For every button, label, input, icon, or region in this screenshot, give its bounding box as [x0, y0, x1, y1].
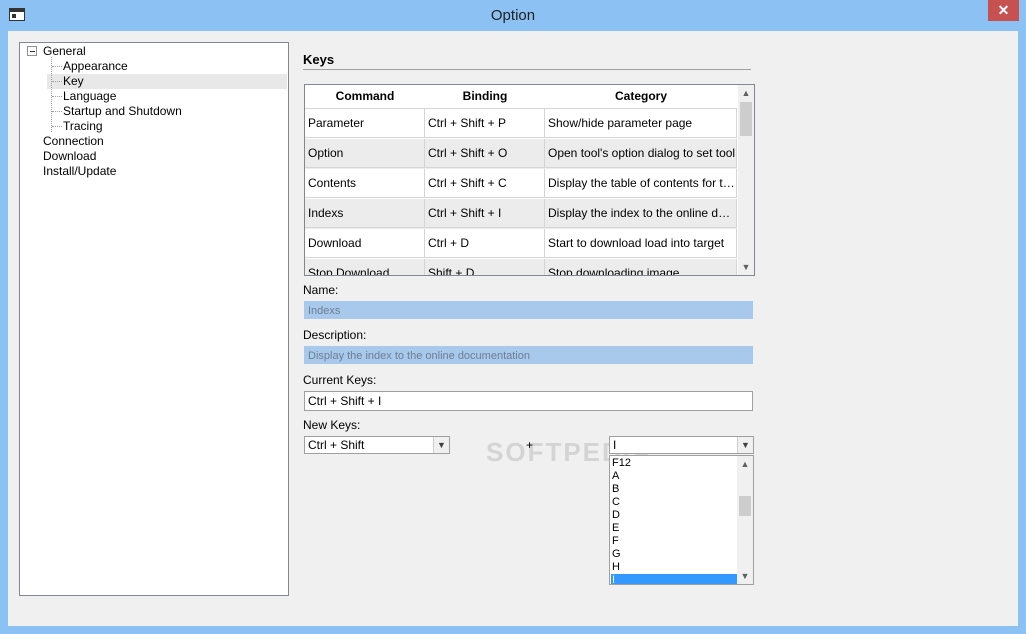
column-header-binding[interactable]: Binding — [425, 85, 546, 109]
list-item[interactable]: E — [611, 522, 738, 535]
column-header-category[interactable]: Category — [545, 85, 737, 109]
scroll-down-arrow-icon[interactable]: ▼ — [738, 259, 754, 275]
list-vertical-scrollbar[interactable]: ▲ ▼ — [737, 456, 753, 584]
table-row[interactable]: Option Ctrl + Shift + O Open tool's opti… — [305, 139, 737, 169]
dialog-client-area: General Appearance Key Language Startup … — [8, 31, 1018, 626]
key-bindings-table[interactable]: Command Binding Category Parameter Ctrl … — [304, 84, 755, 276]
name-label: Name: — [303, 283, 339, 297]
tree-item-general[interactable]: General — [43, 44, 86, 59]
list-item[interactable]: G — [611, 548, 738, 561]
cell-category: Show/hide parameter page — [545, 109, 737, 138]
list-item[interactable]: F12 — [611, 457, 738, 470]
current-keys-label: Current Keys: — [303, 373, 377, 387]
cell-binding: Ctrl + D — [425, 229, 545, 258]
options-tree[interactable]: General Appearance Key Language Startup … — [19, 42, 289, 596]
keys-section-title: Keys — [303, 52, 335, 67]
key-value: I — [613, 438, 617, 452]
new-keys-label: New Keys: — [303, 418, 361, 432]
cell-command: Download — [305, 229, 425, 258]
tree-item-key[interactable]: Key — [63, 74, 84, 89]
tree-item-startup-and-shutdown[interactable]: Startup and Shutdown — [63, 104, 182, 119]
scroll-down-arrow-icon[interactable]: ▼ — [737, 568, 753, 584]
tree-item-language[interactable]: Language — [63, 89, 116, 104]
collapse-toggle-icon[interactable] — [27, 46, 37, 56]
cell-command: Parameter — [305, 109, 425, 138]
list-item-selected[interactable]: I — [611, 574, 738, 584]
title-bar: Option ✕ — [0, 0, 1026, 32]
scrollbar-thumb[interactable] — [739, 496, 751, 516]
cell-category: Display the table of contents for the — [545, 169, 737, 198]
cell-binding: Ctrl + Shift + C — [425, 169, 545, 198]
cell-command: Indexs — [305, 199, 425, 228]
scroll-up-arrow-icon[interactable]: ▲ — [737, 456, 753, 472]
tree-item-appearance[interactable]: Appearance — [63, 59, 128, 74]
cell-binding: Ctrl + Shift + O — [425, 139, 545, 168]
description-field: Display the index to the online document… — [304, 346, 753, 364]
current-keys-field[interactable]: Ctrl + Shift + I — [304, 391, 753, 411]
cell-category: Start to download load into target — [545, 229, 737, 258]
cell-command: Stop Download — [305, 259, 425, 275]
list-item[interactable]: A — [611, 470, 738, 483]
tree-item-tracing[interactable]: Tracing — [63, 119, 103, 134]
table-row[interactable]: Download Ctrl + D Start to download load… — [305, 229, 737, 259]
tree-item-download[interactable]: Download — [43, 149, 96, 164]
cell-command: Contents — [305, 169, 425, 198]
description-label: Description: — [303, 328, 367, 342]
table-row[interactable]: Indexs Ctrl + Shift + I Display the inde… — [305, 199, 737, 229]
cell-category: Open tool's option dialog to set tool — [545, 139, 737, 168]
tree-item-install-update[interactable]: Install/Update — [43, 164, 116, 179]
list-item[interactable]: B — [611, 483, 738, 496]
key-select[interactable]: I ▼ — [609, 436, 754, 454]
window-title: Option — [490, 7, 536, 24]
cell-command: Option — [305, 139, 425, 168]
tree-item-connection[interactable]: Connection — [43, 134, 104, 149]
chevron-down-icon[interactable]: ▼ — [737, 437, 753, 453]
plus-label: + — [526, 438, 534, 452]
list-item[interactable]: H — [611, 561, 738, 574]
cell-binding: Ctrl + Shift + I — [425, 199, 545, 228]
table-row[interactable]: Parameter Ctrl + Shift + P Show/hide par… — [305, 109, 737, 139]
chevron-down-icon[interactable]: ▼ — [433, 437, 449, 453]
cell-binding: Shift + D — [425, 259, 545, 275]
cell-binding: Ctrl + Shift + P — [425, 109, 545, 138]
column-header-command[interactable]: Command — [305, 85, 426, 109]
cell-category: Display the index to the online document… — [545, 199, 737, 228]
list-item[interactable]: C — [611, 496, 738, 509]
section-divider — [303, 69, 751, 70]
table-row[interactable]: Contents Ctrl + Shift + C Display the ta… — [305, 169, 737, 199]
close-button[interactable]: ✕ — [988, 0, 1019, 21]
scroll-up-arrow-icon[interactable]: ▲ — [738, 85, 754, 101]
list-item[interactable]: F — [611, 535, 738, 548]
modifier-select[interactable]: Ctrl + Shift ▼ — [304, 436, 450, 454]
table-vertical-scrollbar[interactable]: ▲ ▼ — [738, 85, 754, 275]
name-field: Indexs — [304, 301, 753, 319]
key-options-list[interactable]: F12 A B C D E F G H I ▲ ▼ — [609, 455, 754, 585]
table-row[interactable]: Stop Download Shift + D Stop downloading… — [305, 259, 737, 275]
cell-category: Stop downloading image — [545, 259, 737, 275]
scrollbar-thumb[interactable] — [740, 102, 752, 136]
modifier-value: Ctrl + Shift — [308, 438, 365, 452]
list-item[interactable]: D — [611, 509, 738, 522]
